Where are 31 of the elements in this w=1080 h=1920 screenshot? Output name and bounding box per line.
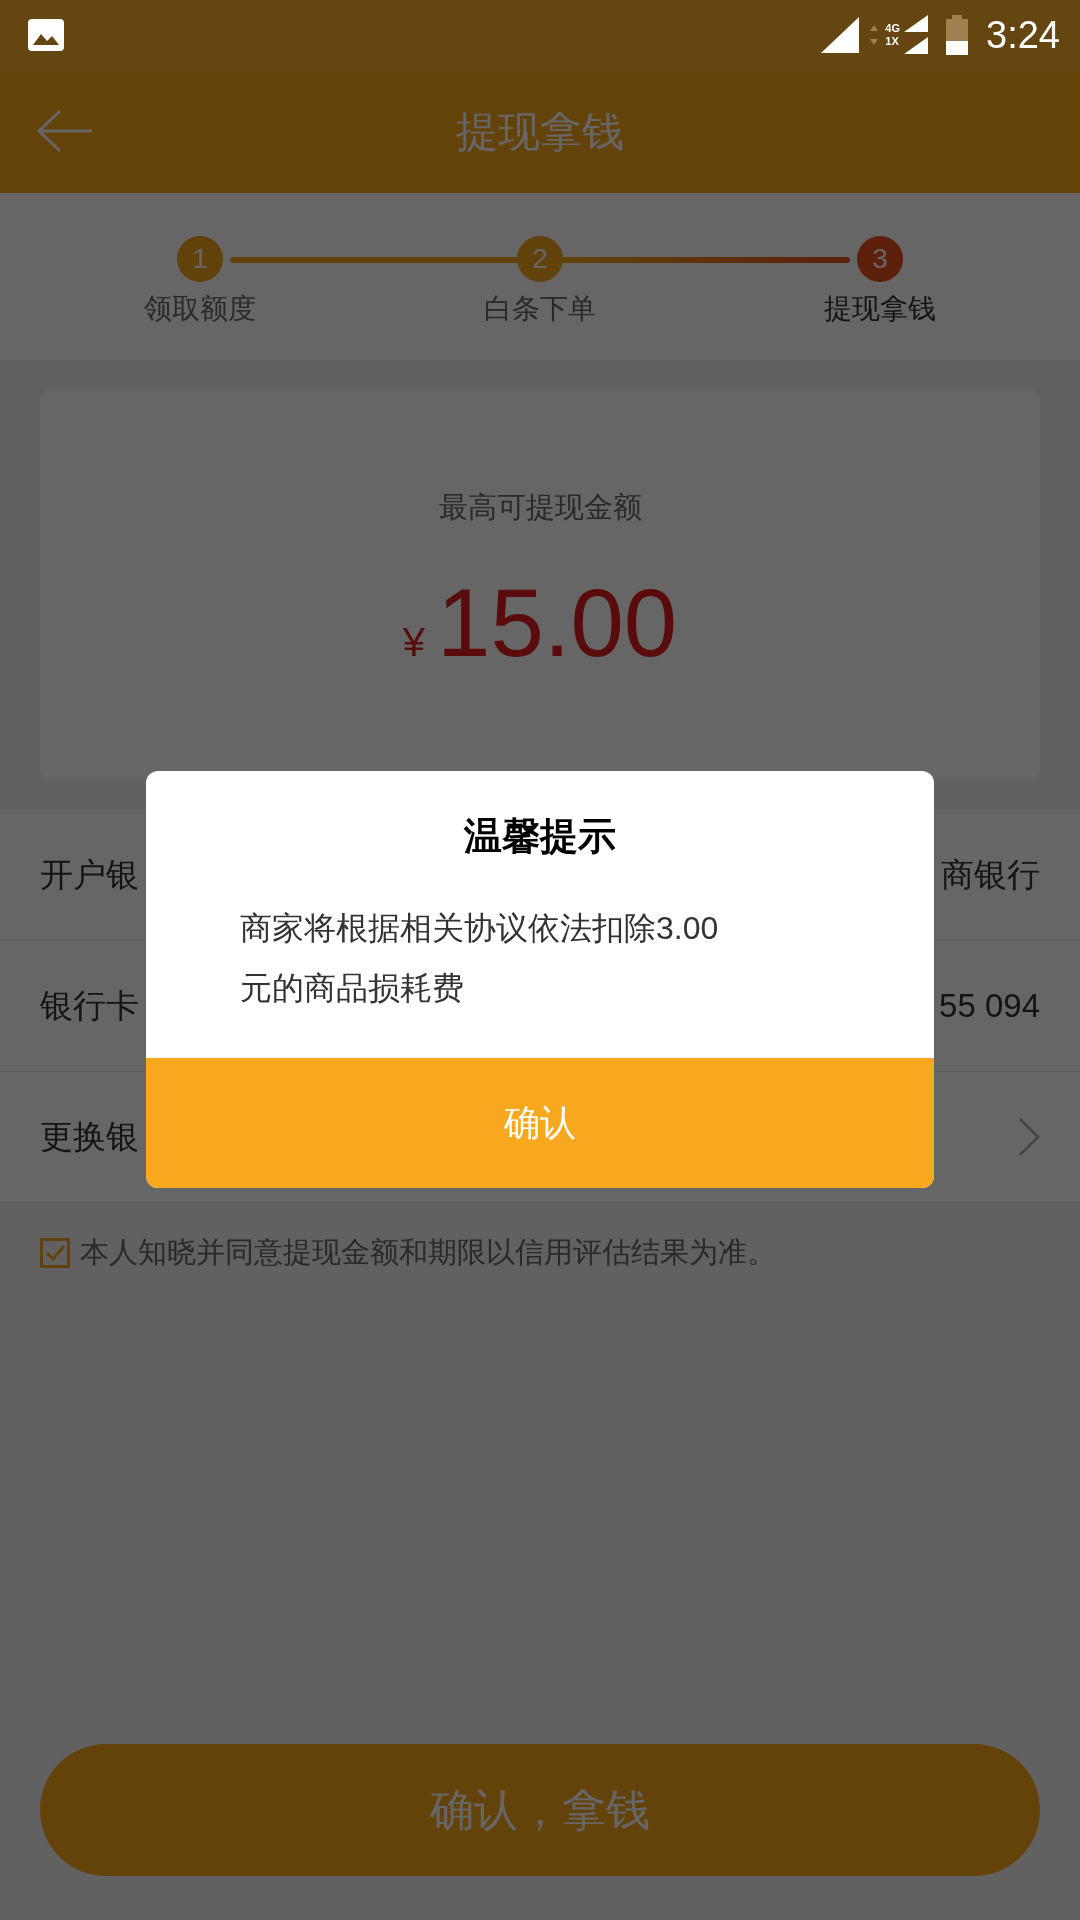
step-number: 3 (857, 236, 903, 282)
signal-icon (819, 15, 860, 55)
row-label: 开户银 (40, 854, 139, 895)
amount-value: 15.00 (437, 568, 678, 678)
currency-sign: ¥ (402, 620, 425, 665)
step-label: 提现拿钱 (824, 292, 936, 326)
checkbox[interactable] (40, 1238, 70, 1268)
row-label: 更换银 (40, 1116, 139, 1157)
row-value: 商银行 (941, 854, 1040, 895)
back-arrow-icon[interactable] (36, 108, 94, 154)
dialog-message: 商家将根据相关协议依法扣除3.00元的商品损耗费 (240, 909, 720, 1008)
battery-icon (946, 15, 969, 55)
step-number: 2 (517, 236, 563, 282)
page-title: 提现拿钱 (456, 106, 624, 157)
network-label: 1X (885, 35, 900, 48)
row-label: 银行卡 (40, 985, 139, 1026)
signal-icon (902, 15, 929, 55)
step-label: 白条下单 (484, 292, 596, 326)
network-label: 4G (885, 22, 901, 35)
step-number: 1 (177, 236, 223, 282)
data-arrows-icon (869, 23, 880, 47)
gallery-icon (28, 19, 64, 51)
confirm-button[interactable]: 确认 (146, 1058, 934, 1188)
submit-button[interactable]: 确认，拿钱 (40, 1744, 1040, 1876)
chevron-right-icon[interactable] (1018, 1117, 1040, 1157)
row-value: 55 094 (939, 987, 1040, 1025)
clock: 3:24 (986, 13, 1060, 57)
dialog-title: 温馨提示 (463, 814, 617, 859)
agreement-text: 本人知晓并同意提现金额和期限以信用评估结果为准。 (80, 1235, 776, 1270)
amount-label: 最高可提现金额 (438, 490, 642, 525)
step-label: 领取额度 (144, 292, 256, 326)
